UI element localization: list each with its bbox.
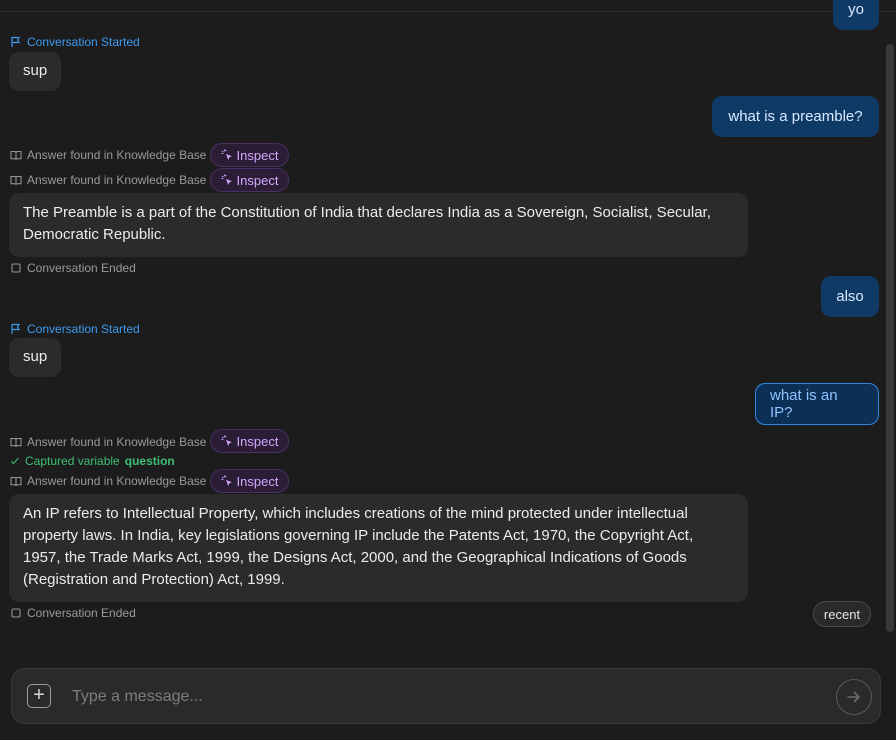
message-input[interactable]: [70, 681, 814, 713]
book-icon: [10, 438, 22, 448]
book-icon: [10, 477, 22, 487]
captured-variable-name: question: [124, 454, 175, 468]
book-icon: [10, 151, 22, 161]
recent-button[interactable]: recent: [813, 601, 871, 627]
knowledge-base-event: Answer found in Knowledge Base: [10, 434, 206, 450]
send-button[interactable]: [836, 679, 872, 715]
plus-icon: +: [33, 684, 45, 706]
message-composer: +: [11, 668, 881, 724]
scrollbar-thumb[interactable]: [886, 44, 894, 632]
conversation-ended-event: Conversation Ended: [10, 605, 136, 621]
chat-transcript: yo Conversation Started sup what is a pr…: [0, 0, 884, 640]
inspect-button[interactable]: Inspect: [210, 469, 289, 493]
knowledge-base-event: Answer found in Knowledge Base: [10, 473, 206, 489]
bot-message: sup: [9, 52, 62, 91]
knowledge-base-event: Answer found in Knowledge Base: [10, 172, 206, 188]
flag-icon: [11, 36, 21, 47]
user-message: what is a preamble?: [712, 96, 879, 137]
bot-message: sup: [9, 338, 62, 377]
user-message-partial: yo: [833, 0, 879, 30]
knowledge-base-event: Answer found in Knowledge Base: [10, 147, 206, 163]
inspect-button[interactable]: Inspect: [210, 429, 289, 453]
user-message-selected: what is an IP?: [755, 383, 879, 425]
conversation-started-event: Conversation Started: [10, 34, 140, 50]
bot-answer-message: An IP refers to Intellectual Property, w…: [9, 494, 748, 602]
inspect-button[interactable]: Inspect: [210, 168, 289, 192]
arrow-right-icon: [847, 691, 860, 703]
book-icon: [10, 176, 22, 186]
user-message: also: [821, 276, 879, 317]
cursor-click-icon: [221, 435, 232, 446]
cursor-click-icon: [221, 475, 232, 486]
bot-answer-message: The Preamble is a part of the Constituti…: [9, 193, 748, 257]
check-icon: [10, 457, 19, 465]
conversation-ended-event: Conversation Ended: [10, 260, 136, 276]
add-attachment-button[interactable]: +: [27, 684, 51, 708]
conversation-started-event: Conversation Started: [10, 321, 140, 337]
square-icon: [11, 263, 21, 273]
cursor-click-icon: [221, 149, 232, 160]
captured-variable-event: Captured variable question: [10, 453, 175, 469]
cursor-click-icon: [221, 174, 232, 185]
square-icon: [11, 608, 21, 618]
flag-icon: [11, 323, 21, 334]
inspect-button[interactable]: Inspect: [210, 143, 289, 167]
